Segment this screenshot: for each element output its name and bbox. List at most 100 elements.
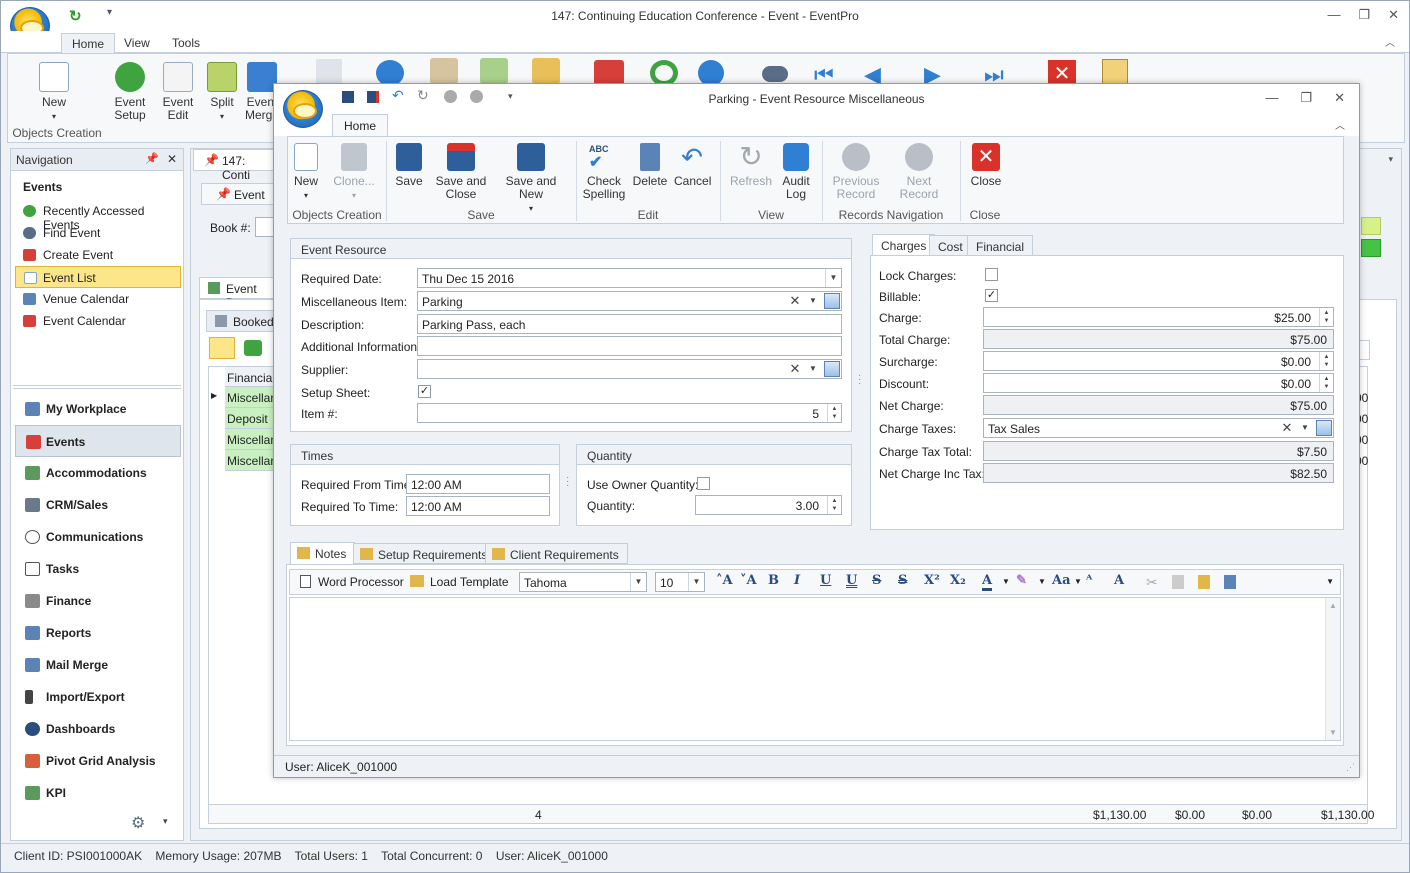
module-events[interactable]: Events <box>15 425 181 457</box>
binoculars-icon[interactable] <box>762 66 788 82</box>
close-nav-icon[interactable]: ✕ <box>167 152 177 166</box>
surcharge-field[interactable]: $0.00 ▲ ▼ <box>983 351 1334 371</box>
use-owner-quantity-checkbox[interactable] <box>697 477 710 490</box>
module-pivot-grid[interactable]: Pivot Grid Analysis <box>11 745 183 777</box>
event-setup-button[interactable]: Event Setup <box>112 62 148 122</box>
chevron-down-icon[interactable]: ▼ <box>630 573 646 591</box>
spinner-icon[interactable]: ▲ ▼ <box>1319 308 1333 326</box>
chevron-down-icon[interactable]: ▼ <box>1002 577 1010 586</box>
nav-item-create-event[interactable]: Create Event <box>11 244 183 266</box>
dialog-close-icon[interactable]: ✕ <box>1334 90 1345 106</box>
chevron-down-icon[interactable]: ▼ <box>1297 419 1313 437</box>
copy-icon[interactable] <box>1172 575 1184 589</box>
grow-font-icon[interactable]: ˄A <box>716 573 733 588</box>
strikethrough-icon[interactable]: S <box>872 573 881 588</box>
nav-splitter[interactable] <box>13 385 181 389</box>
event-tab[interactable]: 📌 Event <box>201 183 281 205</box>
next-record-button[interactable]: Next Record <box>886 143 952 201</box>
spinner-icon[interactable]: ▲ ▼ <box>1319 374 1333 392</box>
tab-tools[interactable]: Tools <box>162 33 210 54</box>
item-number-field[interactable]: 5 ▲ ▼ <box>417 403 842 423</box>
split-button[interactable]: Split ▾ <box>204 62 240 123</box>
dialog-collapse-ribbon-icon[interactable]: ︿ <box>1335 117 1345 132</box>
chevron-down-icon[interactable]: ▼ <box>1038 577 1046 586</box>
required-from-field[interactable]: 12:00 AM <box>406 474 550 494</box>
dialog-minimize-icon[interactable]: — <box>1265 90 1278 106</box>
nav-item-event-calendar[interactable]: Event Calendar <box>11 310 183 332</box>
clone-button[interactable]: Clone... ▾ <box>332 143 376 202</box>
word-processor-button[interactable]: Word Processor <box>318 575 404 589</box>
subscript-icon[interactable]: X₂ <box>950 573 966 588</box>
supplier-field[interactable]: ✕ ▼ <box>417 359 842 379</box>
configure-dropdown-icon[interactable]: ▾ <box>163 816 168 827</box>
splitter-grip-icon[interactable]: · · · <box>858 371 861 389</box>
restore-icon[interactable]: ❐ <box>1358 7 1370 23</box>
additional-info-field[interactable] <box>417 336 842 356</box>
coins-icon[interactable] <box>532 58 560 84</box>
font-size-select[interactable]: 10 ▼ <box>655 572 705 592</box>
change-case-icon[interactable]: Aa <box>1052 573 1071 588</box>
font-select[interactable]: Tahoma ▼ <box>519 572 647 592</box>
chevron-down-icon[interactable]: ▼ <box>825 269 841 287</box>
nav-item-event-list[interactable]: Event List <box>15 266 181 288</box>
event-details-tab[interactable]: Event Det <box>199 277 279 310</box>
module-import-export[interactable]: Import/Export <box>11 681 183 713</box>
charge-taxes-field[interactable]: Tax Sales ✕ ▼ <box>983 418 1334 438</box>
nav-item-recently-accessed[interactable]: Recently Accessed Events <box>11 200 183 232</box>
module-my-workplace[interactable]: My Workplace <box>11 393 183 425</box>
ribbon-icon-doc[interactable] <box>316 59 342 83</box>
save-button[interactable]: Save <box>394 143 424 188</box>
chevron-down-icon[interactable]: ▼ <box>805 360 821 378</box>
highlight-icon[interactable]: ✎ <box>1016 573 1027 588</box>
nav-item-venue-calendar[interactable]: Venue Calendar <box>11 288 183 310</box>
lookup-grid-icon[interactable] <box>1316 420 1332 436</box>
shrink-font-icon[interactable]: ˅A <box>740 573 757 588</box>
italic-icon[interactable]: I <box>794 573 800 588</box>
resize-grip-icon[interactable]: ⋰ <box>1346 762 1355 773</box>
dialog-new-button[interactable]: New ▾ <box>292 143 320 202</box>
document-tab[interactable]: 📌 147: Conti <box>193 149 277 182</box>
tab-cost[interactable]: Cost <box>929 235 972 256</box>
description-field[interactable]: Parking Pass, each <box>417 314 842 334</box>
font-dialog-icon[interactable]: A <box>1114 573 1124 588</box>
module-finance[interactable]: Finance <box>11 585 183 617</box>
previous-record-button[interactable]: Previous Record <box>828 143 884 201</box>
scroll-up-icon[interactable]: ▲ <box>1329 601 1337 610</box>
setup-sheet-checkbox[interactable]: ✓ <box>418 385 431 398</box>
module-crm-sales[interactable]: CRM/Sales <box>11 489 183 521</box>
superscript-icon[interactable]: X² <box>924 573 940 588</box>
misc-item-field[interactable]: Parking ✕ ▼ <box>417 291 842 311</box>
audit-log-button[interactable]: Audit Log <box>778 143 814 201</box>
cancel-button[interactable]: ↶ Cancel <box>674 143 711 188</box>
lookup-grid-icon[interactable] <box>824 293 840 309</box>
save-and-close-button[interactable]: Save and Close <box>434 143 488 201</box>
splitter-grip-icon[interactable]: · · · <box>566 473 569 491</box>
spinner-icon[interactable]: ▲ ▼ <box>1319 352 1333 370</box>
refresh-button[interactable]: ↻ Refresh <box>728 143 774 188</box>
cut-icon[interactable]: ✂ <box>1146 574 1158 591</box>
grid-toolbar-add-icon[interactable] <box>244 340 262 356</box>
grid-toolbar-new-button[interactable] <box>209 337 235 359</box>
toolbar-overflow-icon[interactable]: ▼ <box>1326 577 1334 586</box>
tab-view[interactable]: View <box>114 33 160 54</box>
double-strikethrough-icon[interactable]: S <box>898 573 907 588</box>
editor-scrollbar[interactable]: ▲ ▼ <box>1325 598 1340 740</box>
double-underline-icon[interactable]: U <box>846 573 857 588</box>
required-to-field[interactable]: 12:00 AM <box>406 496 550 516</box>
document-dropdown-icon[interactable]: ▾ <box>1388 154 1393 165</box>
delete-button[interactable]: Delete <box>632 143 668 188</box>
tab-financial[interactable]: Financial <box>967 235 1034 256</box>
clear-icon[interactable]: ✕ <box>1279 419 1295 437</box>
font-color-icon[interactable]: A <box>982 573 993 591</box>
collapse-ribbon-icon[interactable]: ︿ <box>1385 34 1395 49</box>
pin-icon[interactable]: 📌 <box>145 152 159 165</box>
notes-editor[interactable]: ▲ ▼ <box>289 597 1341 741</box>
module-mail-merge[interactable]: Mail Merge <box>11 649 183 681</box>
chevron-down-icon[interactable]: ▼ <box>1074 577 1082 586</box>
clear-icon[interactable]: ✕ <box>787 292 803 310</box>
chevron-down-icon[interactable]: ▼ <box>805 292 821 310</box>
quantity-stepper[interactable]: 3.00 ▲ ▼ <box>695 495 842 515</box>
bold-icon[interactable]: B <box>768 573 779 588</box>
scroll-down-icon[interactable]: ▼ <box>1329 728 1337 737</box>
event-edit-button[interactable]: Event Edit <box>158 62 198 122</box>
